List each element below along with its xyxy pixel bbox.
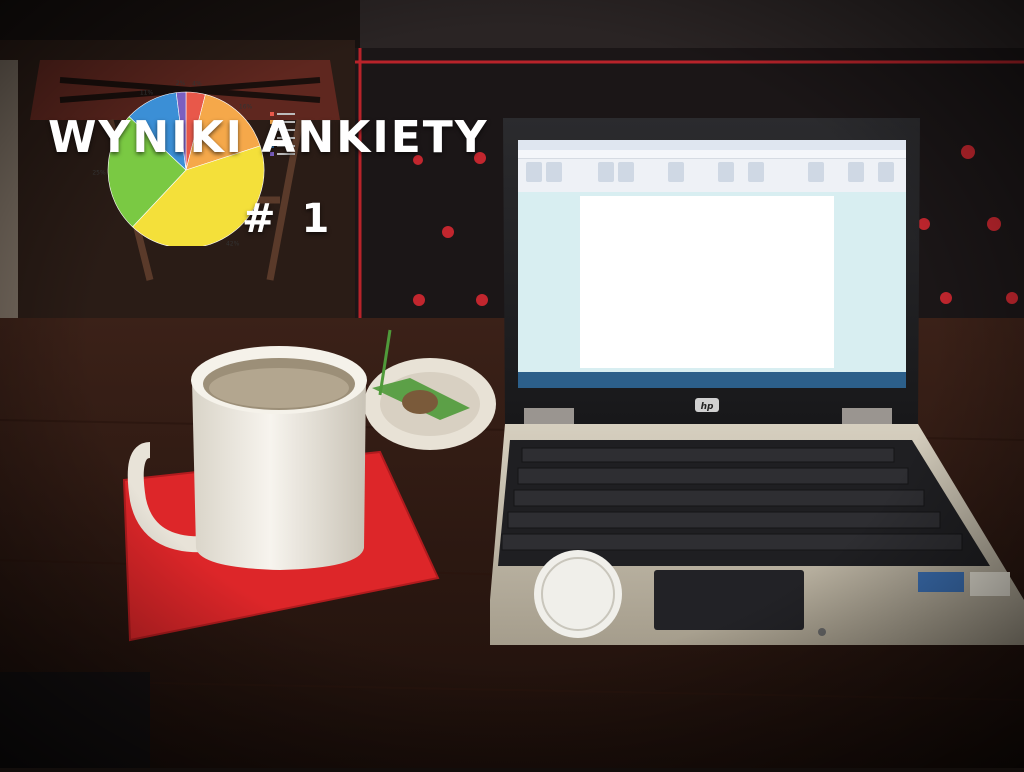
pie-label-0: 4% bbox=[192, 81, 202, 88]
intel-sticker bbox=[918, 572, 964, 592]
pie-label-4: 11% bbox=[140, 89, 154, 96]
hp-logo-text: hp bbox=[701, 402, 714, 412]
windows-sticker bbox=[970, 572, 1010, 596]
dark-object-corner bbox=[0, 672, 150, 768]
pie-label-1: 16% bbox=[239, 104, 253, 111]
touchpad bbox=[654, 570, 804, 630]
sticker bbox=[534, 550, 622, 638]
pie-label-2: 42% bbox=[226, 240, 240, 246]
worksheet bbox=[518, 192, 906, 372]
photo-scene: hp 4% 16% 42% 25% 11% 2% WYNIKI ANKIETY … bbox=[0, 0, 1024, 768]
excel-ribbon bbox=[518, 140, 906, 193]
pie-label-3: 25% bbox=[92, 170, 106, 177]
chart-page bbox=[580, 196, 834, 368]
overlay-subtitle: # 1 bbox=[242, 196, 336, 242]
pie-label-5: 2% bbox=[176, 80, 186, 87]
overlay-title: WYNIKI ANKIETY bbox=[48, 112, 489, 163]
windows-taskbar bbox=[518, 372, 906, 388]
laptop-screen bbox=[518, 140, 906, 388]
